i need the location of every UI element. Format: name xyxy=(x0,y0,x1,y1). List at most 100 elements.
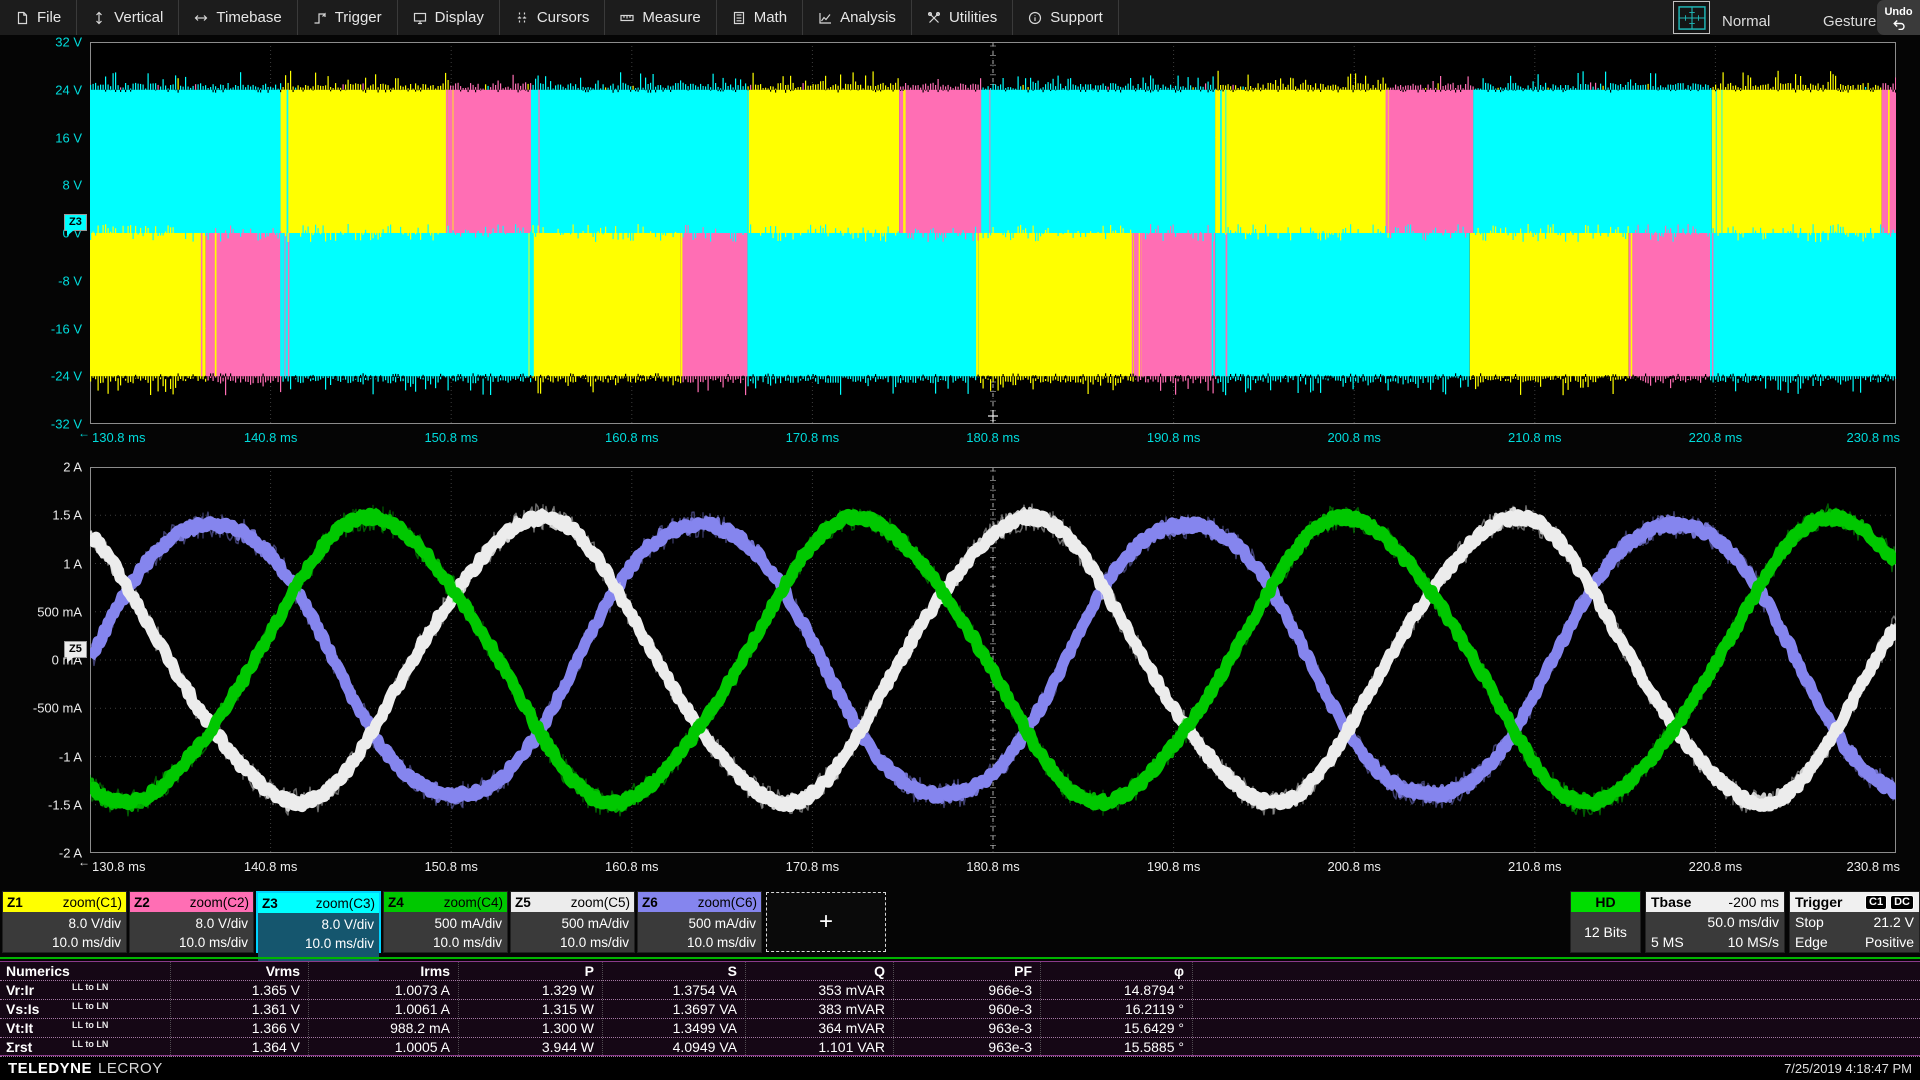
menu-item-label: Analysis xyxy=(840,9,896,26)
numerics-col-2: P xyxy=(454,962,594,980)
numerics-value: 1.0073 A xyxy=(310,981,450,999)
x-tick-label: 210.8 ms xyxy=(1508,859,1561,874)
undo-arrow-icon xyxy=(1891,19,1907,30)
descriptor-z5[interactable]: Z5zoom(C5)500 mA/div10.0 ms/div xyxy=(510,891,635,953)
axis-left-arrow-icon: ← xyxy=(78,426,90,440)
trigger-level: 21.2 V xyxy=(1874,912,1914,932)
numerics-value: 383 mVAR xyxy=(745,1000,885,1018)
menu-item-cursors[interactable]: Cursors xyxy=(500,0,606,35)
numerics-value: 966e-3 xyxy=(892,981,1032,999)
zero-level-badge-z3[interactable]: Z3 xyxy=(64,214,87,231)
x-tick-label: 140.8 ms xyxy=(244,859,297,874)
x-tick-label: 130.8 ms xyxy=(92,430,145,445)
menu-item-file[interactable]: File xyxy=(0,0,77,35)
menu-item-vertical[interactable]: Vertical xyxy=(77,0,179,35)
math-icon xyxy=(732,11,746,25)
timebase-scale: 50.0 ms/div xyxy=(1707,912,1779,932)
x-tick-label: 200.8 ms xyxy=(1327,430,1380,445)
numerics-col-4: Q xyxy=(745,962,885,980)
menu-item-timebase[interactable]: Timebase xyxy=(179,0,297,35)
trigger-coupling-badge: DC xyxy=(1890,895,1914,910)
menu-item-math[interactable]: Math xyxy=(717,0,803,35)
menu-item-support[interactable]: Support xyxy=(1013,0,1119,35)
display-icon xyxy=(413,11,427,25)
x-tick-label: 210.8 ms xyxy=(1508,430,1561,445)
divider-line xyxy=(0,957,1920,959)
numerics-row-sub: LL to LN xyxy=(72,1039,108,1049)
grid-mode-button[interactable] xyxy=(1673,1,1710,34)
zero-badge-pointer xyxy=(67,657,74,663)
y-tick-label: 500 mA xyxy=(37,604,82,619)
numerics-row-sub: LL to LN xyxy=(72,982,108,992)
descriptor-z4[interactable]: Z4zoom(C4)500 mA/div10.0 ms/div xyxy=(383,891,508,953)
grid-voltage-plot[interactable] xyxy=(90,42,1896,424)
descriptor-id: Z4 xyxy=(388,895,404,910)
timebase-rate: 10 MS/s xyxy=(1728,932,1779,952)
menu-item-label: Cursors xyxy=(537,9,590,26)
gesture-label[interactable]: Gesture xyxy=(1823,13,1876,30)
y-tick-label: -16 V xyxy=(51,321,82,336)
timebase-offset: -200 ms xyxy=(1728,894,1779,910)
x-tick-label: 190.8 ms xyxy=(1147,859,1200,874)
menu-item-analysis[interactable]: Analysis xyxy=(803,0,912,35)
descriptor-tdiv: 10.0 ms/div xyxy=(389,933,502,952)
descriptor-z3[interactable]: Z3zoom(C3)8.0 V/div10.0 ms/div xyxy=(256,891,381,953)
numerics-column-separator xyxy=(1040,962,1041,1057)
numerics-row-name: Vs:Is xyxy=(6,1000,39,1018)
add-trace-button[interactable]: + xyxy=(766,892,886,952)
menu-item-trigger[interactable]: Trigger xyxy=(298,0,398,35)
x-tick-label: 150.8 ms xyxy=(424,859,477,874)
descriptor-z2[interactable]: Z2zoom(C2)8.0 V/div10.0 ms/div xyxy=(129,891,254,953)
undo-button[interactable]: Undo xyxy=(1877,0,1920,35)
numerics-column-separator xyxy=(602,962,603,1057)
numerics-value: 1.361 V xyxy=(160,1000,300,1018)
timebase-box[interactable]: Tbase -200 ms 50.0 ms/div 5 MS 10 MS/s xyxy=(1645,891,1785,953)
numerics-col-3: S xyxy=(597,962,737,980)
status-bar: TELEDYNELECROY 7/25/2019 4:18:47 PM xyxy=(0,1057,1920,1080)
file-icon xyxy=(15,11,29,25)
numerics-row-name: Σrst xyxy=(6,1038,32,1056)
numerics-column-separator xyxy=(458,962,459,1057)
numerics-value: 1.3499 VA xyxy=(597,1019,737,1037)
numerics-col-1: Irms xyxy=(310,962,450,980)
trigger-type: Edge xyxy=(1795,932,1828,952)
x-tick-label: 230.8 ms xyxy=(1847,430,1900,445)
voltage-waveforms xyxy=(90,42,1896,424)
hd-mode-box[interactable]: HD 12 Bits xyxy=(1570,891,1641,953)
descriptor-id: Z5 xyxy=(515,895,531,910)
utilities-icon xyxy=(927,11,941,25)
zero-level-badge-z5[interactable]: Z5 xyxy=(64,641,87,658)
y-tick-label: 16 V xyxy=(55,130,82,145)
menu-item-display[interactable]: Display xyxy=(398,0,500,35)
menu-item-label: File xyxy=(37,9,61,26)
x-tick-label: 200.8 ms xyxy=(1327,859,1380,874)
numerics-row-vrir: Vr:IrLL to LN1.365 V1.0073 A1.329 W1.375… xyxy=(0,981,1920,1000)
hd-bits: 12 Bits xyxy=(1584,912,1627,952)
y-tick-label: -24 V xyxy=(51,369,82,384)
numerics-table[interactable]: NumericsVrmsIrmsPSQPFφVr:IrLL to LN1.365… xyxy=(0,961,1920,1056)
menu-item-label: Timebase xyxy=(216,9,281,26)
horizontal-arrows-icon xyxy=(194,11,208,25)
numerics-column-separator xyxy=(170,962,171,1057)
x-tick-label: 170.8 ms xyxy=(786,859,839,874)
x-tick-label: 180.8 ms xyxy=(966,430,1019,445)
trigger-box[interactable]: Trigger C1 DC Stop 21.2 V Edge Positive xyxy=(1789,891,1920,953)
x-tick-label: 170.8 ms xyxy=(786,430,839,445)
grid-mode-icon xyxy=(1678,6,1706,30)
descriptor-z1[interactable]: Z1zoom(C1)8.0 V/div10.0 ms/div xyxy=(2,891,127,953)
descriptor-z6[interactable]: Z6zoom(C6)500 mA/div10.0 ms/div xyxy=(637,891,762,953)
numerics-value: 963e-3 xyxy=(892,1019,1032,1037)
menu-item-measure[interactable]: Measure xyxy=(605,0,716,35)
x-tick-label: 190.8 ms xyxy=(1147,430,1200,445)
analysis-icon xyxy=(818,11,832,25)
menu-item-label: Math xyxy=(754,9,787,26)
descriptor-vdiv: 8.0 V/div xyxy=(135,914,248,933)
y-tick-label: -500 mA xyxy=(33,701,82,716)
numerics-column-separator xyxy=(745,962,746,1057)
x-tick-label: 160.8 ms xyxy=(605,859,658,874)
numerics-value: 1.329 W xyxy=(454,981,594,999)
numerics-value: 14.8794 ° xyxy=(1044,981,1184,999)
menu-item-utilities[interactable]: Utilities xyxy=(912,0,1013,35)
numerics-value: 1.0061 A xyxy=(310,1000,450,1018)
grid-current-plot[interactable] xyxy=(90,467,1896,853)
